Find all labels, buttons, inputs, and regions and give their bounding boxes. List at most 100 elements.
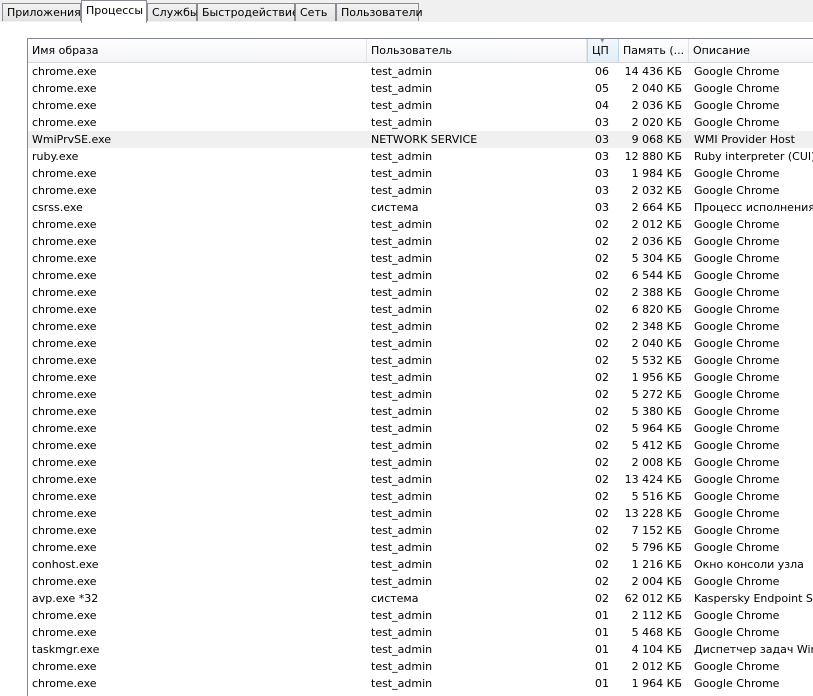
process-memory: 2 032 КБ: [631, 184, 682, 197]
process-description: Google Chrome: [694, 677, 780, 690]
tab-network[interactable]: Сеть: [295, 3, 336, 21]
table-row[interactable]: chrome.exe test_admin 02 5 532 КБ Google Chr…: [28, 352, 813, 369]
process-image-name: chrome.exe: [32, 490, 97, 503]
table-row[interactable]: chrome.exe test_admin 03 1 984 КБ Google Chr…: [28, 165, 813, 182]
process-user: test_admin: [371, 65, 433, 78]
process-description: Google Chrome: [694, 269, 780, 282]
table-row[interactable]: ruby.exe test_admin 03 12 880 КБ Ruby interp…: [28, 148, 813, 165]
table-row[interactable]: chrome.exe test_admin 02 6 544 КБ Google Chr…: [28, 267, 813, 284]
process-user: test_admin: [371, 184, 433, 197]
process-image-name: chrome.exe: [32, 422, 97, 435]
column-header-cpu[interactable]: ▼ ЦП: [587, 39, 619, 62]
process-memory: 2 664 КБ: [631, 201, 682, 214]
process-image-name: chrome.exe: [32, 354, 97, 367]
process-image-name: chrome.exe: [32, 626, 97, 639]
process-list[interactable]: Имя образа Пользователь ▼ ЦП Память (...…: [27, 38, 813, 696]
table-row[interactable]: chrome.exe test_admin 02 2 040 КБ Google Chr…: [28, 335, 813, 352]
process-memory: 5 532 КБ: [631, 354, 682, 367]
process-cpu: 01: [595, 643, 609, 656]
table-row[interactable]: chrome.exe test_admin 02 2 004 КБ Google Chr…: [28, 573, 813, 590]
process-image-name: chrome.exe: [32, 473, 97, 486]
table-row[interactable]: chrome.exe test_admin 02 5 964 КБ Google Chr…: [28, 420, 813, 437]
task-manager-window: Приложения Процессы Службы Быстродействи…: [0, 0, 813, 696]
column-header-image-name[interactable]: Имя образа: [28, 39, 367, 62]
table-row[interactable]: chrome.exe test_admin 02 5 796 КБ Google Chr…: [28, 539, 813, 556]
table-row[interactable]: chrome.exe test_admin 02 2 388 КБ Google Chr…: [28, 284, 813, 301]
process-rows: chrome.exe test_admin 06 14 436 КБ Google Ch…: [28, 63, 813, 692]
table-row[interactable]: chrome.exe test_admin 01 1 964 КБ Google Chr…: [28, 675, 813, 692]
table-row[interactable]: chrome.exe test_admin 02 2 008 КБ Google Chr…: [28, 454, 813, 471]
process-cpu: 03: [595, 184, 609, 197]
table-row[interactable]: WmiPrvSE.exe NETWORK SERVICE 03 9 068 КБ WMI…: [28, 131, 813, 148]
process-image-name: avp.exe *32: [32, 592, 99, 605]
table-row[interactable]: chrome.exe test_admin 02 1 956 КБ Google Chr…: [28, 369, 813, 386]
process-memory: 1 964 КБ: [631, 677, 682, 690]
table-row[interactable]: conhost.exe test_admin 02 1 216 КБ Окно конс…: [28, 556, 813, 573]
process-memory: 2 040 КБ: [631, 82, 682, 95]
process-cpu: 02: [595, 507, 609, 520]
process-description: Google Chrome: [694, 388, 780, 401]
process-user: test_admin: [371, 337, 433, 350]
table-row[interactable]: chrome.exe test_admin 01 5 468 КБ Google Chr…: [28, 624, 813, 641]
process-cpu: 02: [595, 388, 609, 401]
process-memory: 6 544 КБ: [631, 269, 682, 282]
table-row[interactable]: chrome.exe test_admin 02 2 036 КБ Google Chr…: [28, 233, 813, 250]
table-row[interactable]: chrome.exe test_admin 02 5 412 КБ Google Chr…: [28, 437, 813, 454]
process-cpu: 01: [595, 677, 609, 690]
column-header-memory[interactable]: Память (...: [619, 39, 689, 62]
table-row[interactable]: chrome.exe test_admin 02 5 380 КБ Google Chr…: [28, 403, 813, 420]
process-description: Google Chrome: [694, 184, 780, 197]
table-row[interactable]: chrome.exe test_admin 02 5 516 КБ Google Chr…: [28, 488, 813, 505]
tab-users[interactable]: Пользователи: [336, 3, 423, 21]
process-image-name: chrome.exe: [32, 677, 97, 690]
table-row[interactable]: chrome.exe test_admin 03 2 020 КБ Google Chr…: [28, 114, 813, 131]
process-cpu: 04: [595, 99, 609, 112]
process-cpu: 02: [595, 320, 609, 333]
table-row[interactable]: chrome.exe test_admin 03 2 032 КБ Google Chr…: [28, 182, 813, 199]
process-memory: 2 036 КБ: [631, 235, 682, 248]
process-user: test_admin: [371, 167, 433, 180]
process-cpu: 06: [595, 65, 609, 78]
process-image-name: chrome.exe: [32, 82, 97, 95]
process-memory: 2 008 КБ: [631, 456, 682, 469]
process-image-name: chrome.exe: [32, 575, 97, 588]
process-user: test_admin: [371, 541, 433, 554]
process-description: Kaspersky Endpoint Secu: [694, 592, 813, 605]
process-memory: 5 468 КБ: [631, 626, 682, 639]
process-user: test_admin: [371, 439, 433, 452]
process-description: Google Chrome: [694, 337, 780, 350]
tab-processes[interactable]: Процессы: [81, 0, 147, 23]
process-cpu: 02: [595, 286, 609, 299]
table-row[interactable]: chrome.exe test_admin 02 13 228 КБ Google Ch…: [28, 505, 813, 522]
table-row[interactable]: chrome.exe test_admin 05 2 040 КБ Google Chr…: [28, 80, 813, 97]
tab-applications[interactable]: Приложения: [2, 3, 81, 21]
process-cpu: 02: [595, 371, 609, 384]
process-user: test_admin: [371, 490, 433, 503]
tab-services[interactable]: Службы: [147, 3, 199, 21]
table-row[interactable]: csrss.exe система 03 2 664 КБ Процесс исполн…: [28, 199, 813, 216]
table-row[interactable]: chrome.exe test_admin 02 6 820 КБ Google Chr…: [28, 301, 813, 318]
table-row[interactable]: chrome.exe test_admin 01 2 112 КБ Google Chr…: [28, 607, 813, 624]
tab-performance[interactable]: Быстродействие: [197, 3, 299, 21]
table-row[interactable]: chrome.exe test_admin 06 14 436 КБ Google Ch…: [28, 63, 813, 80]
table-row[interactable]: chrome.exe test_admin 02 2 348 КБ Google Chr…: [28, 318, 813, 335]
process-user: test_admin: [371, 235, 433, 248]
process-cpu: 02: [595, 218, 609, 231]
table-row[interactable]: chrome.exe test_admin 02 5 272 КБ Google Chr…: [28, 386, 813, 403]
table-row[interactable]: chrome.exe test_admin 01 2 012 КБ Google Chr…: [28, 658, 813, 675]
process-memory: 5 380 КБ: [631, 405, 682, 418]
table-row[interactable]: avp.exe *32 система 02 62 012 КБ Kaspersky E…: [28, 590, 813, 607]
column-header-user[interactable]: Пользователь: [367, 39, 587, 62]
table-row[interactable]: chrome.exe test_admin 02 7 152 КБ Google Chr…: [28, 522, 813, 539]
column-header-description[interactable]: Описание: [689, 39, 813, 62]
process-cpu: 02: [595, 439, 609, 452]
process-image-name: chrome.exe: [32, 65, 97, 78]
process-memory: 5 964 КБ: [631, 422, 682, 435]
process-user: test_admin: [371, 116, 433, 129]
process-cpu: 02: [595, 235, 609, 248]
table-row[interactable]: chrome.exe test_admin 02 5 304 КБ Google Chr…: [28, 250, 813, 267]
table-row[interactable]: taskmgr.exe test_admin 01 4 104 КБ Диспетчер…: [28, 641, 813, 658]
table-row[interactable]: chrome.exe test_admin 02 2 012 КБ Google Chr…: [28, 216, 813, 233]
table-row[interactable]: chrome.exe test_admin 04 2 036 КБ Google Chr…: [28, 97, 813, 114]
table-row[interactable]: chrome.exe test_admin 02 13 424 КБ Google Ch…: [28, 471, 813, 488]
